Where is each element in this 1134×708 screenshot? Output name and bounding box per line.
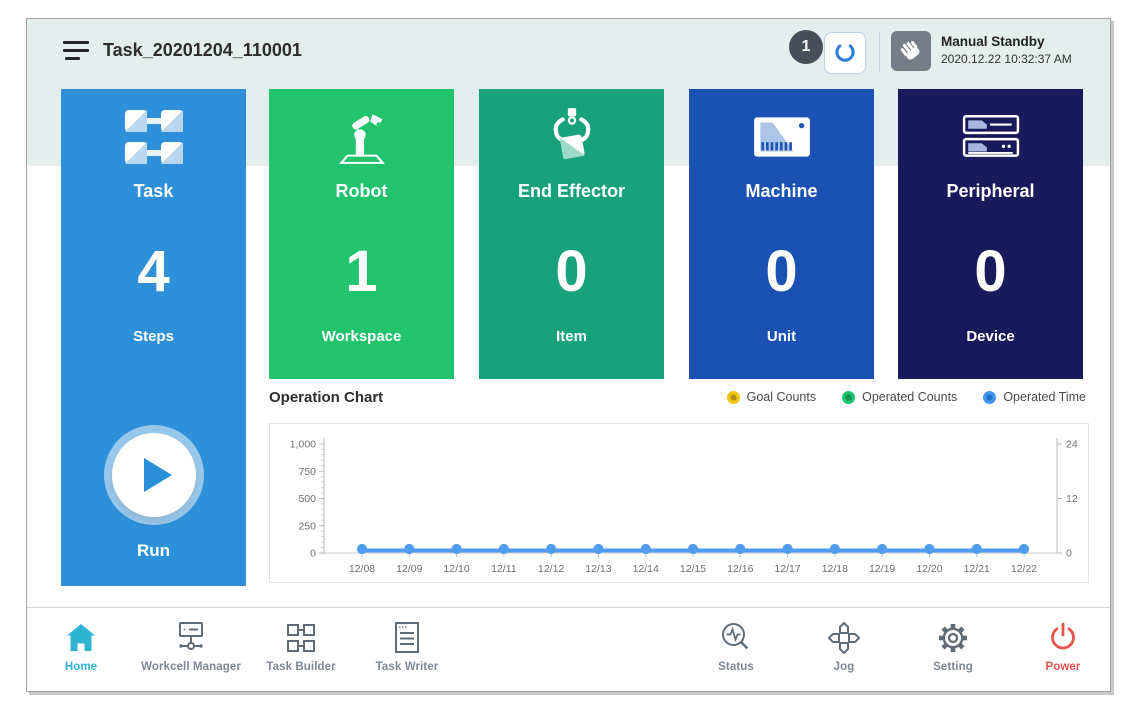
card-value: 0: [898, 243, 1083, 301]
svg-text:500: 500: [298, 493, 316, 505]
robot-card[interactable]: Robot 1 Workspace: [269, 89, 454, 379]
machine-card[interactable]: Machine 0 Unit: [689, 89, 874, 379]
svg-text:12/20: 12/20: [916, 563, 942, 575]
task-title: Task_20201204_110001: [103, 40, 302, 61]
end-effector-card[interactable]: End Effector 0 Item: [479, 89, 664, 379]
card-label: Machine: [689, 181, 874, 202]
svg-text:24: 24: [1066, 439, 1078, 451]
card-value: 0: [479, 243, 664, 301]
card-label: Task: [61, 181, 246, 202]
card-unit: Workspace: [269, 328, 454, 345]
power-icon: [1045, 620, 1081, 656]
operated-counts-dot-icon: [842, 391, 855, 404]
chart-title: Operation Chart: [269, 389, 383, 406]
setting-icon: [935, 620, 971, 656]
operated-time-dot-icon: [983, 391, 996, 404]
chart-legend: Goal Counts Operated Counts Operated Tim…: [727, 390, 1086, 404]
nav-label: Power: [998, 661, 1128, 673]
legend-operated-time: Operated Time: [983, 390, 1086, 404]
svg-text:12/11: 12/11: [491, 563, 517, 575]
svg-text:0: 0: [1066, 548, 1072, 560]
status-label: Manual Standby: [941, 33, 1072, 51]
peripheral-card[interactable]: Peripheral 0 Device: [898, 89, 1083, 379]
goal-counts-dot-icon: [727, 391, 740, 404]
nav-power[interactable]: Power: [998, 619, 1128, 673]
svg-text:12/15: 12/15: [680, 563, 706, 575]
legend-label: Operated Time: [1003, 390, 1086, 404]
status-timestamp: 2020.12.22 10:32:37 AM: [941, 51, 1072, 67]
task-writer-icon: [389, 620, 425, 656]
nav-label: Task Writer: [342, 661, 472, 673]
notification-badge: 1: [789, 30, 823, 64]
card-value: 1: [269, 243, 454, 301]
home-icon: [64, 621, 98, 655]
robot-status: Manual Standby 2020.12.22 10:32:37 AM: [941, 33, 1072, 67]
run-button[interactable]: [112, 433, 196, 517]
svg-text:250: 250: [298, 520, 316, 532]
nav-task-writer[interactable]: Task Writer: [342, 619, 472, 673]
operation-chart-plot: 0 250 500 750 1,000 0 12 24 12/08 12/09 12/10 12/11…: [270, 424, 1088, 582]
svg-text:12/21: 12/21: [964, 563, 990, 575]
footer-divider: [27, 607, 1110, 608]
recovery-button[interactable]: [824, 32, 866, 74]
task-steps-icon: [61, 105, 246, 169]
card-value: 4: [61, 243, 246, 301]
legend-goal-counts: Goal Counts: [727, 390, 816, 404]
svg-text:12/10: 12/10: [443, 563, 469, 575]
menu-icon[interactable]: [63, 41, 91, 63]
svg-text:12/12: 12/12: [538, 563, 564, 575]
main-panel: Task_20201204_110001 1 Manual Standby 20…: [26, 18, 1111, 692]
svg-text:12: 12: [1066, 493, 1078, 505]
machine-icon: [689, 105, 874, 169]
svg-text:0: 0: [310, 548, 316, 560]
card-unit: Item: [479, 328, 664, 345]
svg-text:12/08: 12/08: [349, 563, 375, 575]
legend-operated-counts: Operated Counts: [842, 390, 957, 404]
task-builder-icon: [283, 620, 319, 656]
card-value: 0: [689, 243, 874, 301]
svg-text:12/18: 12/18: [822, 563, 848, 575]
workcell-manager-icon: [173, 620, 209, 656]
svg-text:750: 750: [298, 466, 316, 478]
card-unit: Unit: [689, 328, 874, 345]
header-divider: [879, 32, 880, 72]
card-unit: Device: [898, 328, 1083, 345]
gripper-icon: [479, 105, 664, 169]
card-label: Robot: [269, 181, 454, 202]
svg-text:12/19: 12/19: [869, 563, 895, 575]
recovery-icon: [828, 36, 862, 70]
run-button-label: Run: [61, 541, 246, 561]
legend-label: Operated Counts: [862, 390, 957, 404]
svg-text:1,000: 1,000: [290, 439, 316, 451]
svg-text:12/22: 12/22: [1011, 563, 1037, 575]
card-label: Peripheral: [898, 181, 1083, 202]
card-label: End Effector: [479, 181, 664, 202]
legend-label: Goal Counts: [747, 390, 816, 404]
jog-icon: [826, 620, 862, 656]
svg-text:12/13: 12/13: [585, 563, 611, 575]
card-unit: Steps: [61, 328, 246, 345]
svg-text:12/09: 12/09: [396, 563, 422, 575]
svg-text:12/17: 12/17: [774, 563, 800, 575]
hand-icon: [895, 35, 927, 67]
svg-text:12/16: 12/16: [727, 563, 753, 575]
task-card[interactable]: Task 4 Steps Run: [61, 89, 246, 586]
status-icon: [718, 620, 754, 656]
manual-mode-button[interactable]: [891, 31, 931, 71]
svg-text:12/14: 12/14: [633, 563, 659, 575]
operation-chart: 0 250 500 750 1,000 0 12 24 12/08 12/09 12/10 12/11…: [269, 423, 1089, 583]
robot-arm-icon: [269, 105, 454, 169]
peripheral-icon: [898, 105, 1083, 169]
play-icon: [144, 458, 172, 492]
